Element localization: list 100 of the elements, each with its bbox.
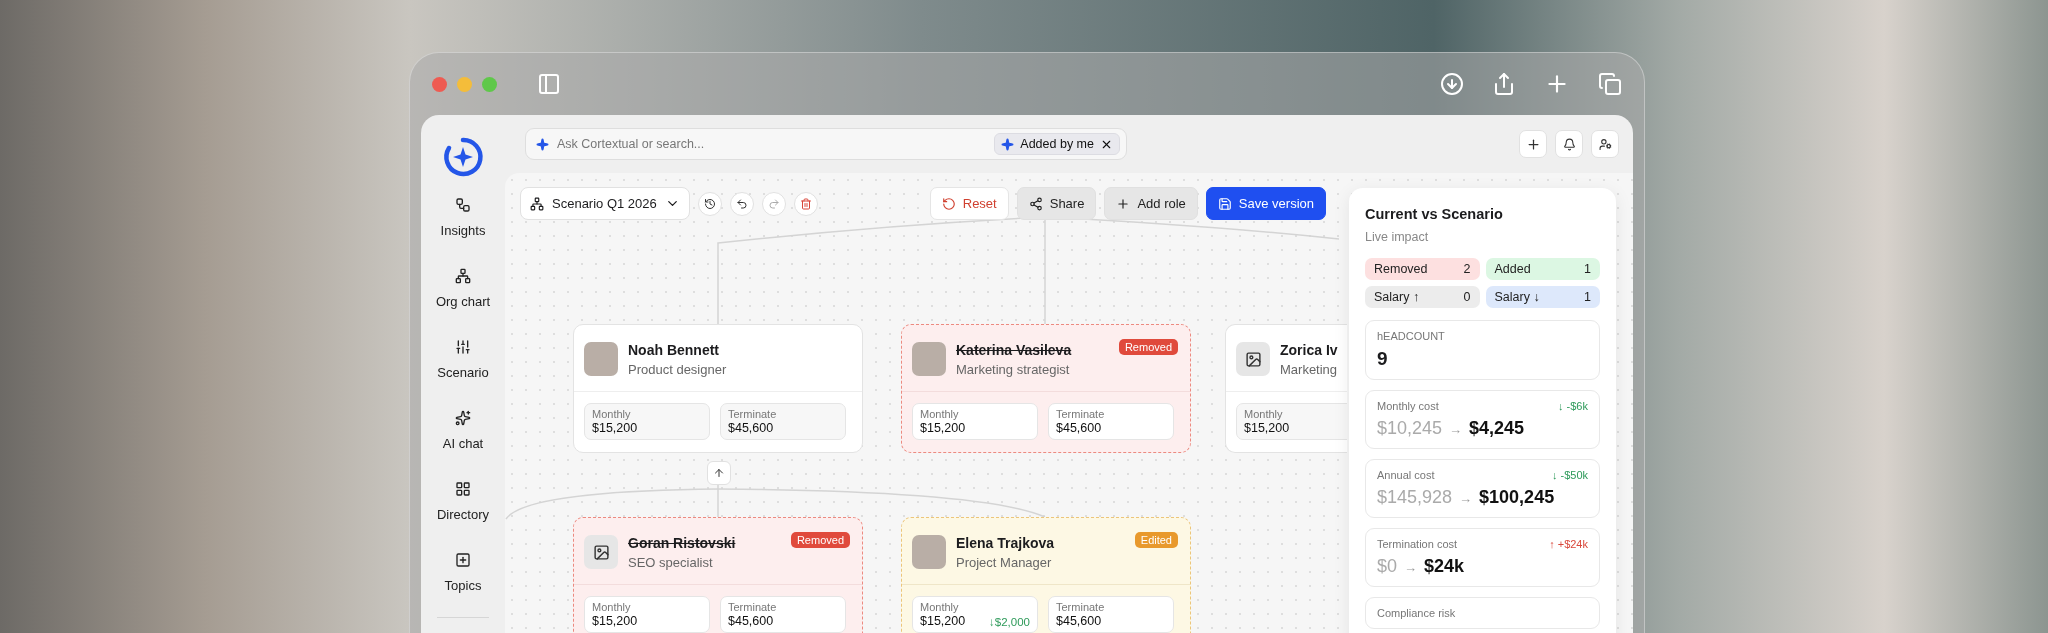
count-value: 0 xyxy=(1463,290,1471,304)
cost-value: $15,200 xyxy=(920,614,966,628)
grid-icon xyxy=(455,481,471,497)
sidebar-item[interactable]: Scenario xyxy=(427,333,499,386)
metric-before: $0 xyxy=(1377,556,1398,577)
metric-delta: ↓ -$50k xyxy=(1551,469,1588,481)
cost-label: Terminate xyxy=(728,408,777,420)
count-value: 2 xyxy=(1463,262,1471,276)
person-role: Marketing strategist xyxy=(956,361,1071,377)
person-card[interactable]: Katerina Vasileva Marketing strategist Removed Monthly $15,200 Terminate $45,600 xyxy=(901,324,1191,453)
cost-delta: ↓$2,000 xyxy=(989,616,1030,628)
person-card[interactable]: Zorica Iv Marketing Monthly $15,200 xyxy=(1225,324,1347,453)
person-name: Katerina Vasileva xyxy=(956,341,1072,358)
status-badge: Removed xyxy=(790,532,850,548)
count-label: Added xyxy=(1494,262,1531,276)
bell-icon xyxy=(1562,137,1576,151)
toolbar-button[interactable]: Reset xyxy=(929,187,1009,220)
metric-before: $10,245 xyxy=(1377,418,1443,439)
metric-arrow: → xyxy=(1459,491,1473,506)
cost-value: $45,600 xyxy=(1056,614,1103,628)
undo-button[interactable] xyxy=(729,191,754,216)
cost-value: $15,200 xyxy=(1244,421,1290,435)
tabs-icon[interactable] xyxy=(1598,72,1622,96)
metric-label: Annual cost xyxy=(1377,469,1435,481)
profile-button[interactable] xyxy=(1591,130,1619,158)
scenario-dropdown[interactable]: Scenario Q1 2026 xyxy=(520,187,690,220)
search-field[interactable]: Ask Cortextual or search... Added by me xyxy=(525,128,1127,160)
cost-value: $15,200 xyxy=(592,614,638,628)
metric-value: 9 xyxy=(1377,348,1389,370)
metric-delta: ↑ +$24k xyxy=(1549,538,1588,550)
cost-label: Terminate xyxy=(1056,601,1105,613)
org-chart-icon xyxy=(455,268,471,284)
org-chart-icon xyxy=(530,196,544,211)
trash-icon xyxy=(799,197,812,210)
cost-value: $45,600 xyxy=(1056,421,1103,435)
person-card[interactable]: Goran Ristovski SEO specialist Removed Monthly $15,200 Terminate $45,600 xyxy=(573,517,863,633)
count-value: 1 xyxy=(1584,290,1591,304)
image-icon xyxy=(1244,350,1262,368)
person-name: Elena Trajkova xyxy=(956,534,1055,551)
count-value: 1 xyxy=(1584,262,1591,276)
notifications-button[interactable] xyxy=(1555,130,1583,158)
cost-value: $45,600 xyxy=(728,421,775,435)
history-button[interactable] xyxy=(697,191,722,216)
toolbar-button[interactable]: Add role xyxy=(1104,187,1198,220)
sidebar-item[interactable]: AI chat xyxy=(427,404,499,457)
metric-delta: ↓ -$6k xyxy=(1558,400,1588,412)
metric-after: $100,245 xyxy=(1479,487,1555,508)
cost-label: Monthly xyxy=(920,408,960,420)
metric-arrow: → xyxy=(1404,560,1418,575)
delete-button[interactable] xyxy=(793,191,818,216)
share-icon[interactable] xyxy=(1492,72,1516,96)
metric-label: Monthly cost xyxy=(1377,400,1439,412)
metric-label: hEADCOUNT xyxy=(1377,330,1446,342)
logo-icon xyxy=(441,135,485,179)
undo-icon xyxy=(735,197,748,210)
toolbar-button[interactable]: Share xyxy=(1016,187,1097,220)
panel-title: Current vs Scenario xyxy=(1365,206,1504,222)
cost-value: $15,200 xyxy=(592,421,638,435)
sparkles-icon xyxy=(455,410,471,426)
image-icon xyxy=(592,543,610,561)
panel-subtitle: Live impact xyxy=(1365,230,1430,244)
reset-icon xyxy=(941,196,956,211)
status-badge: Edited xyxy=(1134,532,1178,548)
download-icon[interactable] xyxy=(1440,72,1464,96)
add-panel-icon xyxy=(455,552,471,568)
person-role: Marketing xyxy=(1280,361,1335,377)
sidebar-item[interactable]: Org chart xyxy=(427,262,499,315)
cost-label: Monthly xyxy=(1244,408,1284,420)
cost-label: Monthly xyxy=(592,408,632,420)
person-card[interactable]: Noah Bennett Product designer Monthly $15,200 Terminate $45,600 xyxy=(573,324,863,453)
history-icon xyxy=(703,197,716,210)
share-icon xyxy=(1028,196,1043,211)
count-label: Salary ↑ xyxy=(1374,290,1420,304)
plus-icon xyxy=(1116,196,1131,211)
sidebar-toggle-icon[interactable] xyxy=(537,72,561,96)
collapse-button[interactable] xyxy=(707,461,731,485)
metric-arrow: → xyxy=(1449,422,1463,437)
sidebar-item[interactable]: Directory xyxy=(427,475,499,528)
person-name: Noah Bennett xyxy=(628,341,720,358)
filter-chip[interactable]: Added by me xyxy=(994,133,1120,155)
user-icon xyxy=(1598,137,1612,151)
sidebar-item[interactable]: Topics xyxy=(427,546,499,599)
toolbar-button[interactable]: Save version xyxy=(1205,187,1326,220)
metric-before: $145,928 xyxy=(1377,487,1453,508)
cost-label: Terminate xyxy=(1056,408,1105,420)
add-button[interactable] xyxy=(1519,130,1547,158)
count-label: Salary ↓ xyxy=(1494,290,1540,304)
sidebar-item[interactable]: Insights xyxy=(427,191,499,244)
metric-label: Compliance risk xyxy=(1377,607,1457,619)
cost-label: Monthly xyxy=(920,601,960,613)
person-card[interactable]: Elena Trajkova Project Manager Edited Monthly $15,200 ↓$2,000 Terminate $45,600 xyxy=(901,517,1191,633)
sparkle-icon xyxy=(536,137,549,151)
redo-button[interactable] xyxy=(761,191,786,216)
arrow-up-icon xyxy=(713,467,725,479)
person-role: SEO specialist xyxy=(628,554,714,570)
redo-icon xyxy=(767,197,780,210)
cost-value: $45,600 xyxy=(728,614,775,628)
person-role: Product designer xyxy=(628,361,727,377)
status-badge: Removed xyxy=(1118,339,1178,355)
save-icon xyxy=(1217,196,1232,211)
